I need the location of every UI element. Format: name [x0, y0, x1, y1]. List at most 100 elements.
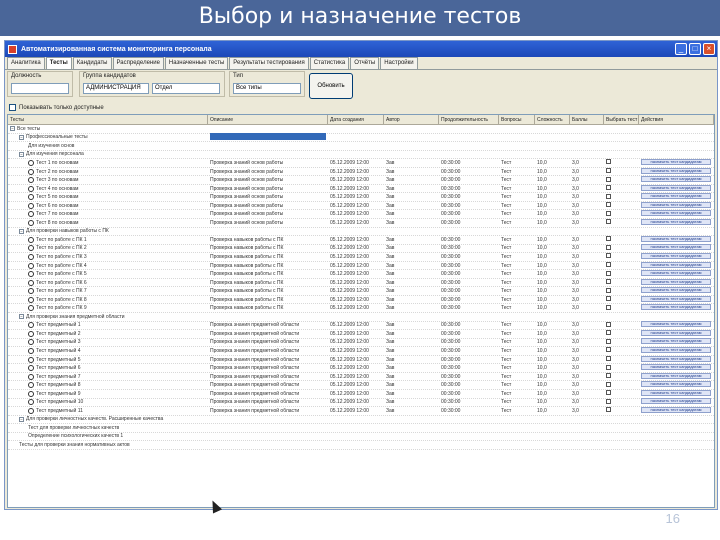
table-row[interactable]: Тест 7 по основам Проверка знаний основ р…	[8, 210, 714, 220]
assign-test-button[interactable]: назначить тест кандидатам	[641, 304, 711, 311]
assign-test-button[interactable]: назначить тест кандидатам	[641, 295, 711, 302]
column-header-6[interactable]: Сложность	[535, 115, 570, 124]
assign-test-button[interactable]: назначить тест кандидатам	[641, 398, 711, 405]
expand-toggle-icon[interactable]: −	[19, 151, 24, 157]
select-test-checkbox[interactable]	[606, 236, 611, 242]
select-test-checkbox[interactable]	[606, 364, 611, 370]
tree-group-row[interactable]: Для изучения основ	[8, 142, 714, 151]
tree-group-row[interactable]: − Все тесты	[8, 125, 714, 134]
table-row[interactable]: Тест предметный 1 Проверка знания предмет…	[8, 321, 714, 331]
table-row[interactable]: Тест по работе с ПК 7 Проверка навыков ра…	[8, 287, 714, 296]
apply-filter-button[interactable]: Обновить	[309, 73, 353, 99]
column-header-8[interactable]: Выбрать тест	[604, 115, 639, 124]
select-test-checkbox[interactable]	[606, 210, 611, 216]
select-test-checkbox[interactable]	[606, 390, 611, 396]
select-test-checkbox[interactable]	[606, 185, 611, 191]
assign-test-button[interactable]: назначить тест кандидатам	[641, 184, 711, 191]
assign-test-button[interactable]: назначить тест кандидатам	[641, 389, 711, 396]
select-test-checkbox[interactable]	[606, 347, 611, 353]
column-header-0[interactable]: Тесты	[8, 115, 208, 124]
assign-test-button[interactable]: назначить тест кандидатам	[641, 244, 711, 251]
tree-group-row[interactable]: Тест для проверки личностных качеств	[8, 424, 714, 433]
select-test-checkbox[interactable]	[606, 398, 611, 404]
select-test-checkbox[interactable]	[606, 159, 611, 165]
expand-toggle-icon[interactable]: −	[19, 314, 24, 320]
tree-group-row[interactable]: − Профессиональные тесты	[8, 132, 714, 143]
assign-test-button[interactable]: назначить тест кандидатам	[641, 406, 711, 413]
table-row[interactable]: Тест предметный 4 Проверка знания предмет…	[8, 347, 714, 356]
table-row[interactable]: Тест предметный 7 Проверка знания предмет…	[8, 372, 714, 382]
assign-test-button[interactable]: назначить тест кандидатам	[641, 261, 711, 268]
assign-test-button[interactable]: назначить тест кандидатам	[641, 270, 711, 277]
table-row[interactable]: Тест предметный 3 Проверка знания предмет…	[8, 338, 714, 348]
select-test-checkbox[interactable]	[606, 287, 611, 293]
table-row[interactable]: Тест по работе с ПК 2 Проверка навыков ра…	[8, 244, 714, 254]
select-test-checkbox[interactable]	[606, 330, 611, 336]
tree-group-row[interactable]: Определение психологических качеств 1	[8, 433, 714, 442]
assign-test-button[interactable]: назначить тест кандидатам	[641, 167, 711, 174]
select-test-checkbox[interactable]	[606, 381, 611, 387]
select-test-checkbox[interactable]	[606, 244, 611, 250]
assign-test-button[interactable]: назначить тест кандидатам	[641, 347, 711, 353]
column-header-7[interactable]: Баллы	[570, 115, 604, 124]
select-test-checkbox[interactable]	[606, 321, 611, 327]
select-test-checkbox[interactable]	[606, 176, 611, 182]
table-row[interactable]: Тест 3 по основам Проверка знаний основ р…	[8, 176, 714, 185]
assign-test-button[interactable]: назначить тест кандидатам	[641, 252, 711, 259]
tab-8[interactable]: Настройки	[380, 57, 418, 69]
tree-group-row[interactable]: − Для проверки личностных качеств. Расшир…	[8, 416, 714, 425]
tree-group-row[interactable]: − Для изучения персонала	[8, 151, 714, 160]
table-row[interactable]: Тест 1 по основам Проверка знаний основ р…	[8, 158, 714, 168]
select-test-checkbox[interactable]	[606, 304, 611, 310]
select-test-checkbox[interactable]	[606, 373, 611, 379]
expand-toggle-icon[interactable]: −	[10, 126, 15, 132]
table-row[interactable]: Тест предметный 5 Проверка знания предмет…	[8, 355, 714, 365]
tree-group-row[interactable]: − Для проверки знания предметной области	[8, 313, 714, 322]
column-header-1[interactable]: Описание	[208, 115, 328, 124]
table-row[interactable]: Тест по работе с ПК 6 Проверка навыков ра…	[8, 278, 714, 288]
tab-0[interactable]: Аналитика	[7, 57, 45, 69]
table-row[interactable]: Тест предметный 10 Проверка знания предме…	[8, 398, 714, 408]
select-test-checkbox[interactable]	[606, 219, 611, 225]
tab-1[interactable]: Тесты	[45, 57, 72, 69]
assign-test-button[interactable]: назначить тест кандидатам	[641, 201, 711, 208]
table-row[interactable]: Тест по работе с ПК 9 Проверка навыков ра…	[8, 304, 714, 314]
table-row[interactable]: Тест по работе с ПК 4 Проверка навыков ра…	[8, 261, 714, 271]
select-test-checkbox[interactable]	[606, 270, 611, 276]
available-only-checkbox[interactable]	[9, 104, 16, 111]
table-row[interactable]: Тест 4 по основам Проверка знаний основ р…	[8, 184, 714, 194]
close-button[interactable]: ×	[703, 43, 715, 55]
assign-test-button[interactable]: назначить тест кандидатам	[641, 235, 711, 242]
type-select[interactable]: Все типы	[233, 83, 301, 94]
minimize-button[interactable]: _	[675, 43, 687, 55]
assign-test-button[interactable]: назначить тест кандидатам	[641, 381, 711, 388]
select-test-checkbox[interactable]	[606, 262, 611, 268]
select-test-checkbox[interactable]	[606, 338, 611, 344]
table-row[interactable]: Тест 8 по основам Проверка знаний основ р…	[8, 218, 714, 228]
table-row[interactable]: Тест предметный 8 Проверка знания предмет…	[8, 381, 714, 390]
expand-toggle-icon[interactable]: −	[19, 228, 24, 234]
table-row[interactable]: Тест 5 по основам Проверка знаний основ р…	[8, 193, 714, 202]
assign-test-button[interactable]: назначить тест кандидатам	[641, 278, 711, 285]
assign-test-button[interactable]: назначить тест кандидатам	[641, 321, 711, 328]
tab-6[interactable]: Статистика	[309, 57, 350, 69]
select-test-checkbox[interactable]	[606, 279, 611, 285]
table-row[interactable]: Тест предметный 6 Проверка знания предмет…	[8, 364, 714, 373]
maximize-button[interactable]: □	[689, 43, 701, 55]
column-header-9[interactable]: Действия	[639, 115, 714, 124]
select-test-checkbox[interactable]	[606, 168, 611, 173]
expand-toggle-icon[interactable]: −	[19, 134, 24, 140]
assign-test-button[interactable]: назначить тест кандидатам	[641, 372, 711, 379]
assign-test-button[interactable]: назначить тест кандидатам	[641, 210, 711, 217]
tab-5[interactable]: Результаты тестирования	[229, 57, 309, 69]
tree-group-row[interactable]: Тесты для проверки знания нормативных ак…	[8, 441, 714, 450]
select-test-checkbox[interactable]	[606, 202, 611, 208]
assign-test-button[interactable]: назначить тест кандидатам	[641, 338, 711, 345]
department-select[interactable]: Отдел	[152, 83, 220, 94]
table-row[interactable]: Тест предметный 11 Проверка знания предме…	[8, 406, 714, 416]
assign-test-button[interactable]: назначить тест кандидатам	[641, 158, 711, 165]
select-test-checkbox[interactable]	[606, 407, 611, 413]
assign-test-button[interactable]: назначить тест кандидатам	[641, 218, 711, 225]
assign-test-button[interactable]: назначить тест кандидатам	[641, 364, 711, 371]
assign-test-button[interactable]: назначить тест кандидатам	[641, 287, 711, 294]
